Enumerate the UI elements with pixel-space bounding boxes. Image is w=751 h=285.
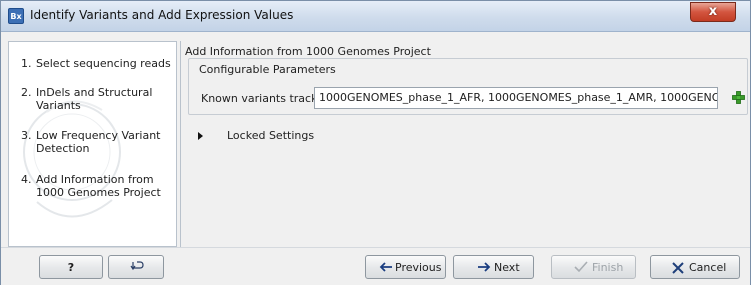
- arrow-left-icon: [379, 262, 392, 272]
- previous-button-label: Previous: [395, 261, 442, 274]
- page-title: Add Information from 1000 Genomes Projec…: [185, 45, 431, 58]
- step-label: Add Information from 1000 Genomes Projec…: [36, 173, 161, 199]
- next-button[interactable]: Next: [453, 255, 534, 279]
- cancel-button[interactable]: Cancel: [650, 255, 740, 279]
- known-variants-field[interactable]: 1000GENOMES_phase_1_AFR, 1000GENOMES_pha…: [314, 87, 718, 109]
- title-bar[interactable]: Bx Identify Variants and Add Expression …: [1, 1, 750, 32]
- cancel-button-label: Cancel: [689, 261, 727, 274]
- close-icon: x: [708, 4, 718, 19]
- finish-button[interactable]: Finish: [551, 255, 636, 279]
- group-title: Configurable Parameters: [199, 63, 336, 76]
- next-button-label: Next: [494, 261, 520, 274]
- step-label: Low Frequency Variant Detection: [36, 129, 161, 155]
- checkmark-icon: [574, 261, 588, 273]
- add-track-icon[interactable]: [732, 91, 745, 104]
- finish-button-label: Finish: [592, 261, 624, 274]
- arrow-right-icon: [478, 262, 491, 272]
- expand-triangle-icon: [198, 132, 203, 140]
- close-button[interactable]: x: [690, 2, 736, 22]
- window-title: Identify Variants and Add Expression Val…: [30, 8, 294, 22]
- locked-settings-label: Locked Settings: [227, 129, 315, 142]
- step-number: 4.: [21, 173, 32, 186]
- help-button-label: ?: [67, 261, 75, 274]
- help-button[interactable]: ?: [39, 255, 103, 279]
- content-panel: Add Information from 1000 Genomes Projec…: [180, 41, 750, 247]
- previous-button[interactable]: Previous: [365, 255, 446, 279]
- cancel-x-icon: [672, 262, 684, 274]
- step-label: Select sequencing reads: [36, 57, 171, 70]
- reset-button[interactable]: [108, 255, 164, 279]
- known-variants-label: Known variants track: [201, 92, 318, 105]
- dialog-window: Bx Identify Variants and Add Expression …: [0, 0, 751, 285]
- button-bar: ? Previous Next Finish Cancel: [1, 247, 750, 285]
- reset-icon: [130, 261, 144, 271]
- app-icon: Bx: [8, 8, 24, 24]
- step-label: InDels and Structural Variants: [36, 86, 153, 112]
- configurable-parameters-group: Configurable Parameters Known variants t…: [188, 58, 748, 115]
- steps-panel: 1. Select sequencing reads 2. InDels and…: [8, 41, 177, 247]
- step-number: 1.: [21, 57, 32, 70]
- step-number: 3.: [21, 129, 32, 142]
- step-number: 2.: [21, 86, 32, 99]
